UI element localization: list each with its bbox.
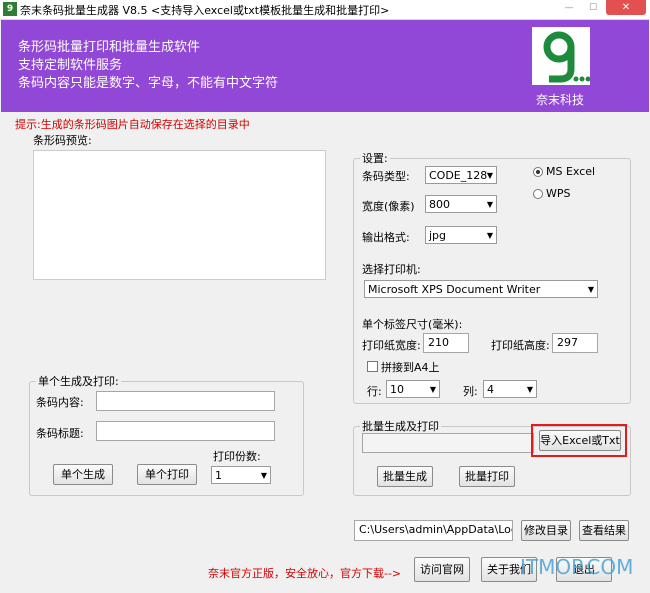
logo-text: 奈末科技 — [536, 93, 585, 107]
chevron-down-icon: ▼ — [260, 471, 267, 480]
chevron-down-icon: ▼ — [486, 171, 493, 180]
output-format-value: jpg — [429, 229, 447, 242]
ms-excel-label: MS Excel — [546, 165, 596, 178]
printer-value: Microsoft XPS Document Writer — [368, 283, 541, 296]
barcode-type-select[interactable]: CODE_128 ▼ — [425, 166, 497, 184]
watermark-text: ITMOP.COM — [520, 555, 634, 579]
tile-a4-checkbox[interactable] — [367, 361, 378, 372]
banner-line-1: 条形码批量打印和批量生成软件 — [18, 40, 201, 55]
title-bar: 9 奈末条码批量生成器 V8.5 <支持导入excel或txt模板批量生成和批量… — [0, 0, 650, 20]
barcode-type-value: CODE_128 — [429, 169, 488, 182]
output-dir-input[interactable]: C:\Users\admin\AppData\Local\Te — [354, 520, 513, 541]
single-print-button[interactable]: 单个打印 — [137, 464, 197, 485]
barcode-content-input[interactable] — [96, 391, 275, 411]
minimize-icon[interactable]: — — [558, 2, 580, 15]
width-label: 宽度(像素) — [362, 200, 415, 213]
barcode-title-input[interactable] — [96, 421, 275, 441]
barcode-preview — [33, 150, 326, 280]
label-size-label: 单个标签尺寸(毫米): — [362, 318, 463, 331]
copies-label: 打印份数: — [213, 450, 261, 463]
paper-width-input[interactable]: 210 — [423, 333, 469, 353]
window-controls: — ☐ ✕ — [558, 0, 646, 16]
width-select[interactable]: 800 ▼ — [425, 195, 497, 213]
visit-website-button[interactable]: 访问官网 — [414, 557, 470, 582]
rows-select[interactable]: 10 ▼ — [386, 380, 440, 398]
output-format-select[interactable]: jpg ▼ — [425, 226, 497, 244]
printer-select[interactable]: Microsoft XPS Document Writer ▼ — [364, 280, 598, 298]
import-highlight-box — [531, 424, 627, 457]
rows-label: 行: — [367, 385, 382, 398]
chevron-down-icon: ▼ — [486, 200, 493, 209]
chevron-down-icon: ▼ — [486, 231, 493, 240]
wps-radio[interactable] — [533, 189, 543, 199]
batch-print-button[interactable]: 批量打印 — [459, 466, 515, 487]
output-format-label: 输出格式: — [362, 231, 410, 244]
ms-excel-radio[interactable] — [533, 167, 543, 177]
paper-height-label: 打印纸高度: — [491, 339, 550, 352]
promo-text: 奈末官方正版，安全放心，官方下载--> — [208, 567, 402, 580]
width-value: 800 — [429, 198, 450, 211]
copies-value: 1 — [215, 469, 222, 482]
barcode-type-label: 条码类型: — [362, 170, 410, 183]
close-icon[interactable]: ✕ — [606, 0, 646, 15]
rows-value: 10 — [390, 383, 404, 396]
cols-label: 列: — [463, 385, 478, 398]
logo-icon — [532, 27, 591, 85]
copies-select[interactable]: 1 ▼ — [211, 466, 271, 484]
settings-legend: 设置: — [362, 152, 388, 165]
view-results-button[interactable]: 查看结果 — [579, 520, 629, 541]
import-path-input[interactable] — [362, 433, 534, 453]
cols-select[interactable]: 4 ▼ — [483, 380, 537, 398]
paper-width-label: 打印纸宽度: — [362, 339, 421, 352]
wps-label: WPS — [546, 187, 571, 200]
banner-line-2: 支持定制软件服务 — [18, 58, 123, 73]
tile-a4-label: 拼接到A4上 — [381, 361, 440, 374]
single-generate-button[interactable]: 单个生成 — [53, 464, 113, 485]
content-label: 条码内容: — [36, 396, 84, 409]
app-icon: 9 — [3, 2, 17, 16]
title-label: 条码标题: — [36, 427, 84, 440]
change-dir-button[interactable]: 修改目录 — [521, 520, 571, 541]
preview-label: 条形码预览: — [33, 134, 92, 147]
paper-height-input[interactable]: 297 — [552, 333, 598, 353]
maximize-icon[interactable]: ☐ — [582, 2, 604, 15]
hint-text: 提示:生成的条形码图片自动保存在选择的目录中 — [15, 118, 250, 131]
batch-generate-button[interactable]: 批量生成 — [377, 466, 433, 487]
cols-value: 4 — [487, 383, 494, 396]
chevron-down-icon: ▼ — [526, 385, 533, 394]
banner-line-3: 条码内容只能是数字、字母，不能有中文字符 — [18, 76, 279, 91]
single-legend: 单个生成及打印: — [38, 375, 119, 388]
chevron-down-icon: ▼ — [587, 285, 594, 294]
window-title: 奈末条码批量生成器 V8.5 <支持导入excel或txt模板批量生成和批量打印… — [20, 4, 390, 17]
batch-legend: 批量生成及打印 — [362, 420, 439, 433]
printer-label: 选择打印机: — [362, 263, 421, 276]
chevron-down-icon: ▼ — [429, 385, 436, 394]
